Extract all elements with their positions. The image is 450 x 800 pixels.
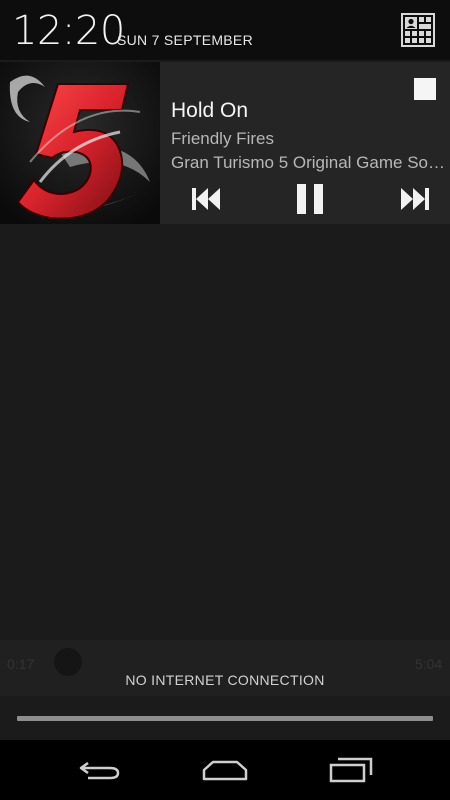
quick-settings-icon bbox=[401, 13, 435, 47]
track-duration: 5:04 bbox=[415, 656, 443, 672]
pause-button[interactable] bbox=[290, 182, 330, 216]
quick-settings-button[interactable] bbox=[401, 13, 435, 47]
no-internet-banner: NO INTERNET CONNECTION bbox=[125, 672, 325, 688]
track-album: Gran Turismo 5 Original Game Soundtrack bbox=[171, 153, 450, 172]
skip-next-icon bbox=[401, 188, 429, 210]
clock: 12:20 bbox=[12, 8, 125, 54]
home-button[interactable] bbox=[200, 754, 250, 786]
notification-shade-header: 12:20 SUN 7 SEPTEMBER bbox=[0, 0, 450, 60]
recents-button[interactable] bbox=[326, 754, 376, 786]
shade-drag-handle[interactable] bbox=[17, 716, 433, 721]
stop-icon[interactable] bbox=[414, 78, 436, 100]
track-title: Hold On bbox=[171, 99, 249, 122]
date: SUN 7 SEPTEMBER bbox=[117, 32, 253, 48]
back-button[interactable] bbox=[75, 754, 125, 786]
skip-previous-icon bbox=[192, 188, 220, 210]
next-button[interactable] bbox=[395, 182, 435, 216]
pause-icon bbox=[297, 184, 323, 214]
album-art bbox=[0, 62, 160, 224]
home-icon bbox=[202, 760, 248, 781]
recents-icon bbox=[329, 757, 373, 783]
track-artist: Friendly Fires bbox=[171, 129, 274, 148]
elapsed-time: 0:17 bbox=[7, 656, 35, 672]
back-icon bbox=[79, 761, 120, 780]
gran-turismo-logo-image bbox=[0, 62, 160, 224]
navigation-bar bbox=[0, 740, 450, 800]
media-notification[interactable]: Hold On Friendly Fires Gran Turismo 5 Or… bbox=[0, 62, 450, 224]
previous-button[interactable] bbox=[186, 182, 226, 216]
